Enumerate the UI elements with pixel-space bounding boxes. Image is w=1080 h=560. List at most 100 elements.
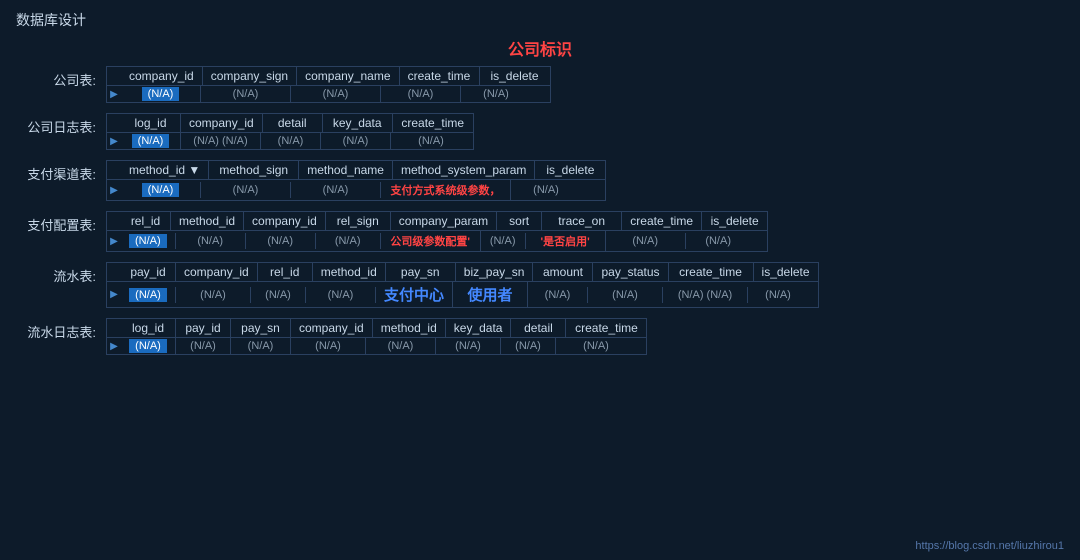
body-cell-3-0-3: (N/A) — [316, 233, 381, 249]
header-cell-2-3: method_system_param — [393, 161, 535, 179]
table-label-3: 支付配置表: — [16, 211, 106, 234]
arrow-icon-1-0: ▶ — [107, 134, 121, 149]
table-label-0: 公司表: — [16, 66, 106, 89]
body-cell-3-0-1: (N/A) — [176, 233, 246, 249]
header-cell-2-0: method_id ▼ — [121, 161, 209, 179]
body-cell-5-0-0: (N/A) — [121, 338, 176, 354]
body-cell-3-0-8: (N/A) — [686, 233, 751, 249]
table-block-4: 流水表:pay_idcompany_idrel_idmethod_idpay_s… — [16, 262, 1064, 308]
header-cell-0-1: company_sign — [203, 67, 297, 85]
header-cell-5-7: create_time — [566, 319, 646, 337]
header-cell-0-2: company_name — [297, 67, 399, 85]
table-block-1: 公司日志表:log_idcompany_iddetailkey_datacrea… — [16, 113, 1064, 150]
header-cell-5-0: log_id — [121, 319, 176, 337]
header-cell-0-3: create_time — [400, 67, 480, 85]
header-cell-2-1: method_sign — [209, 161, 299, 179]
header-cell-5-4: method_id — [373, 319, 446, 337]
header-cell-1-1: company_id — [181, 114, 263, 132]
header-cell-4-7: pay_status — [593, 263, 668, 281]
body-cell-4-0-1: (N/A) — [176, 287, 251, 303]
table-block-3: 支付配置表:rel_idmethod_idcompany_idrel_signc… — [16, 211, 1064, 252]
body-cell-5-0-4: (N/A) — [366, 338, 436, 354]
arrow-icon-5-0: ▶ — [107, 339, 121, 354]
body-cell-1-0-1: (N/A) (N/A) — [181, 133, 261, 149]
header-cell-4-5: biz_pay_sn — [456, 263, 534, 281]
body-cell-3-0-2: (N/A) — [246, 233, 316, 249]
table-block-2: 支付渠道表: method_id ▼method_signmethod_namem… — [16, 160, 1064, 201]
body-cell-3-0-4: 公司级参数配置' — [381, 231, 481, 251]
body-cell-4-0-9: (N/A) — [748, 287, 808, 303]
header-cell-5-5: key_data — [446, 319, 512, 337]
header-cell-5-3: company_id — [291, 319, 373, 337]
header-cell-0-0: company_id — [121, 67, 203, 85]
body-cell-4-0-8: (N/A) (N/A) — [663, 287, 748, 303]
header-cell-1-2: detail — [263, 114, 323, 132]
arrow-icon-4-0: ▶ — [107, 287, 121, 302]
table-block-5: 流水日志表:log_idpay_idpay_sncompany_idmethod… — [16, 318, 1064, 355]
body-cell-1-0-2: (N/A) — [261, 133, 321, 149]
arrow-icon-3-0: ▶ — [107, 234, 121, 249]
header-cell-0-4: is_delete — [480, 67, 550, 85]
header-cell-3-2: company_id — [244, 212, 326, 230]
header-cell-4-0: pay_id — [121, 263, 176, 281]
main-label: 公司标识 — [16, 36, 1064, 60]
header-cell-3-0: rel_id — [121, 212, 171, 230]
header-cell-4-3: method_id — [313, 263, 386, 281]
header-cell-3-8: is_delete — [702, 212, 767, 230]
body-cell-3-0-5: (N/A) — [481, 233, 526, 249]
header-cell-4-6: amount — [533, 263, 593, 281]
table-block-0: 公司表: company_idcompany_signcompany_namecr… — [16, 66, 1064, 103]
body-cell-0-0-3: (N/A) — [381, 86, 461, 102]
header-cell-3-5: sort — [497, 212, 542, 230]
body-cell-2-0-1: (N/A) — [201, 182, 291, 198]
table-label-5: 流水日志表: — [16, 318, 106, 341]
body-cell-4-0-5: 使用者 — [453, 282, 528, 307]
body-cell-5-0-5: (N/A) — [436, 338, 501, 354]
body-cell-0-0-1: (N/A) — [201, 86, 291, 102]
arrow-icon-0-0: ▶ — [107, 87, 121, 102]
body-cell-0-0-4: (N/A) — [461, 86, 531, 102]
db-table-5: log_idpay_idpay_sncompany_idmethod_idkey… — [106, 318, 647, 355]
header-cell-5-1: pay_id — [176, 319, 231, 337]
header-cell-4-4: pay_sn — [386, 263, 456, 281]
body-cell-0-0-0: (N/A) — [121, 86, 201, 102]
footer-link: https://blog.csdn.net/liuzhirou1 — [915, 540, 1064, 552]
body-cell-4-0-6: (N/A) — [528, 287, 588, 303]
body-cell-5-0-3: (N/A) — [291, 338, 366, 354]
body-cell-2-0-3: 支付方式系统级参数， — [381, 180, 511, 200]
header-cell-1-0: log_id — [121, 114, 181, 132]
body-cell-1-0-4: (N/A) — [391, 133, 471, 149]
header-cell-3-4: company_param — [391, 212, 497, 230]
db-table-4: pay_idcompany_idrel_idmethod_idpay_snbiz… — [106, 262, 819, 308]
body-cell-4-0-3: (N/A) — [306, 287, 376, 303]
body-cell-1-0-0: (N/A) — [121, 133, 181, 149]
header-cell-5-2: pay_sn — [231, 319, 291, 337]
page-title: 数据库设计 — [0, 0, 1080, 36]
body-cell-1-0-3: (N/A) — [321, 133, 391, 149]
header-cell-4-9: is_delete — [754, 263, 818, 281]
header-cell-3-7: create_time — [622, 212, 702, 230]
body-cell-2-0-2: (N/A) — [291, 182, 381, 198]
table-label-1: 公司日志表: — [16, 113, 106, 136]
body-cell-3-0-0: (N/A) — [121, 233, 176, 249]
body-cell-3-0-6: '是否启用' — [526, 231, 606, 251]
header-cell-2-4: is_delete — [535, 161, 605, 179]
body-cell-4-0-2: (N/A) — [251, 287, 306, 303]
header-cell-2-2: method_name — [299, 161, 393, 179]
header-cell-3-1: method_id — [171, 212, 244, 230]
header-cell-5-6: detail — [511, 319, 566, 337]
body-cell-2-0-0: (N/A) — [121, 182, 201, 198]
header-cell-4-8: create_time — [669, 263, 754, 281]
body-cell-3-0-7: (N/A) — [606, 233, 686, 249]
body-cell-0-0-2: (N/A) — [291, 86, 381, 102]
body-cell-5-0-1: (N/A) — [176, 338, 231, 354]
body-cell-4-0-4: 支付中心 — [376, 282, 453, 307]
header-cell-1-4: create_time — [393, 114, 473, 132]
header-cell-4-1: company_id — [176, 263, 258, 281]
db-table-1: log_idcompany_iddetailkey_datacreate_tim… — [106, 113, 474, 150]
body-cell-5-0-2: (N/A) — [231, 338, 291, 354]
header-cell-1-3: key_data — [323, 114, 393, 132]
header-cell-3-3: rel_sign — [326, 212, 391, 230]
header-cell-4-2: rel_id — [258, 263, 313, 281]
table-label-2: 支付渠道表: — [16, 160, 106, 183]
